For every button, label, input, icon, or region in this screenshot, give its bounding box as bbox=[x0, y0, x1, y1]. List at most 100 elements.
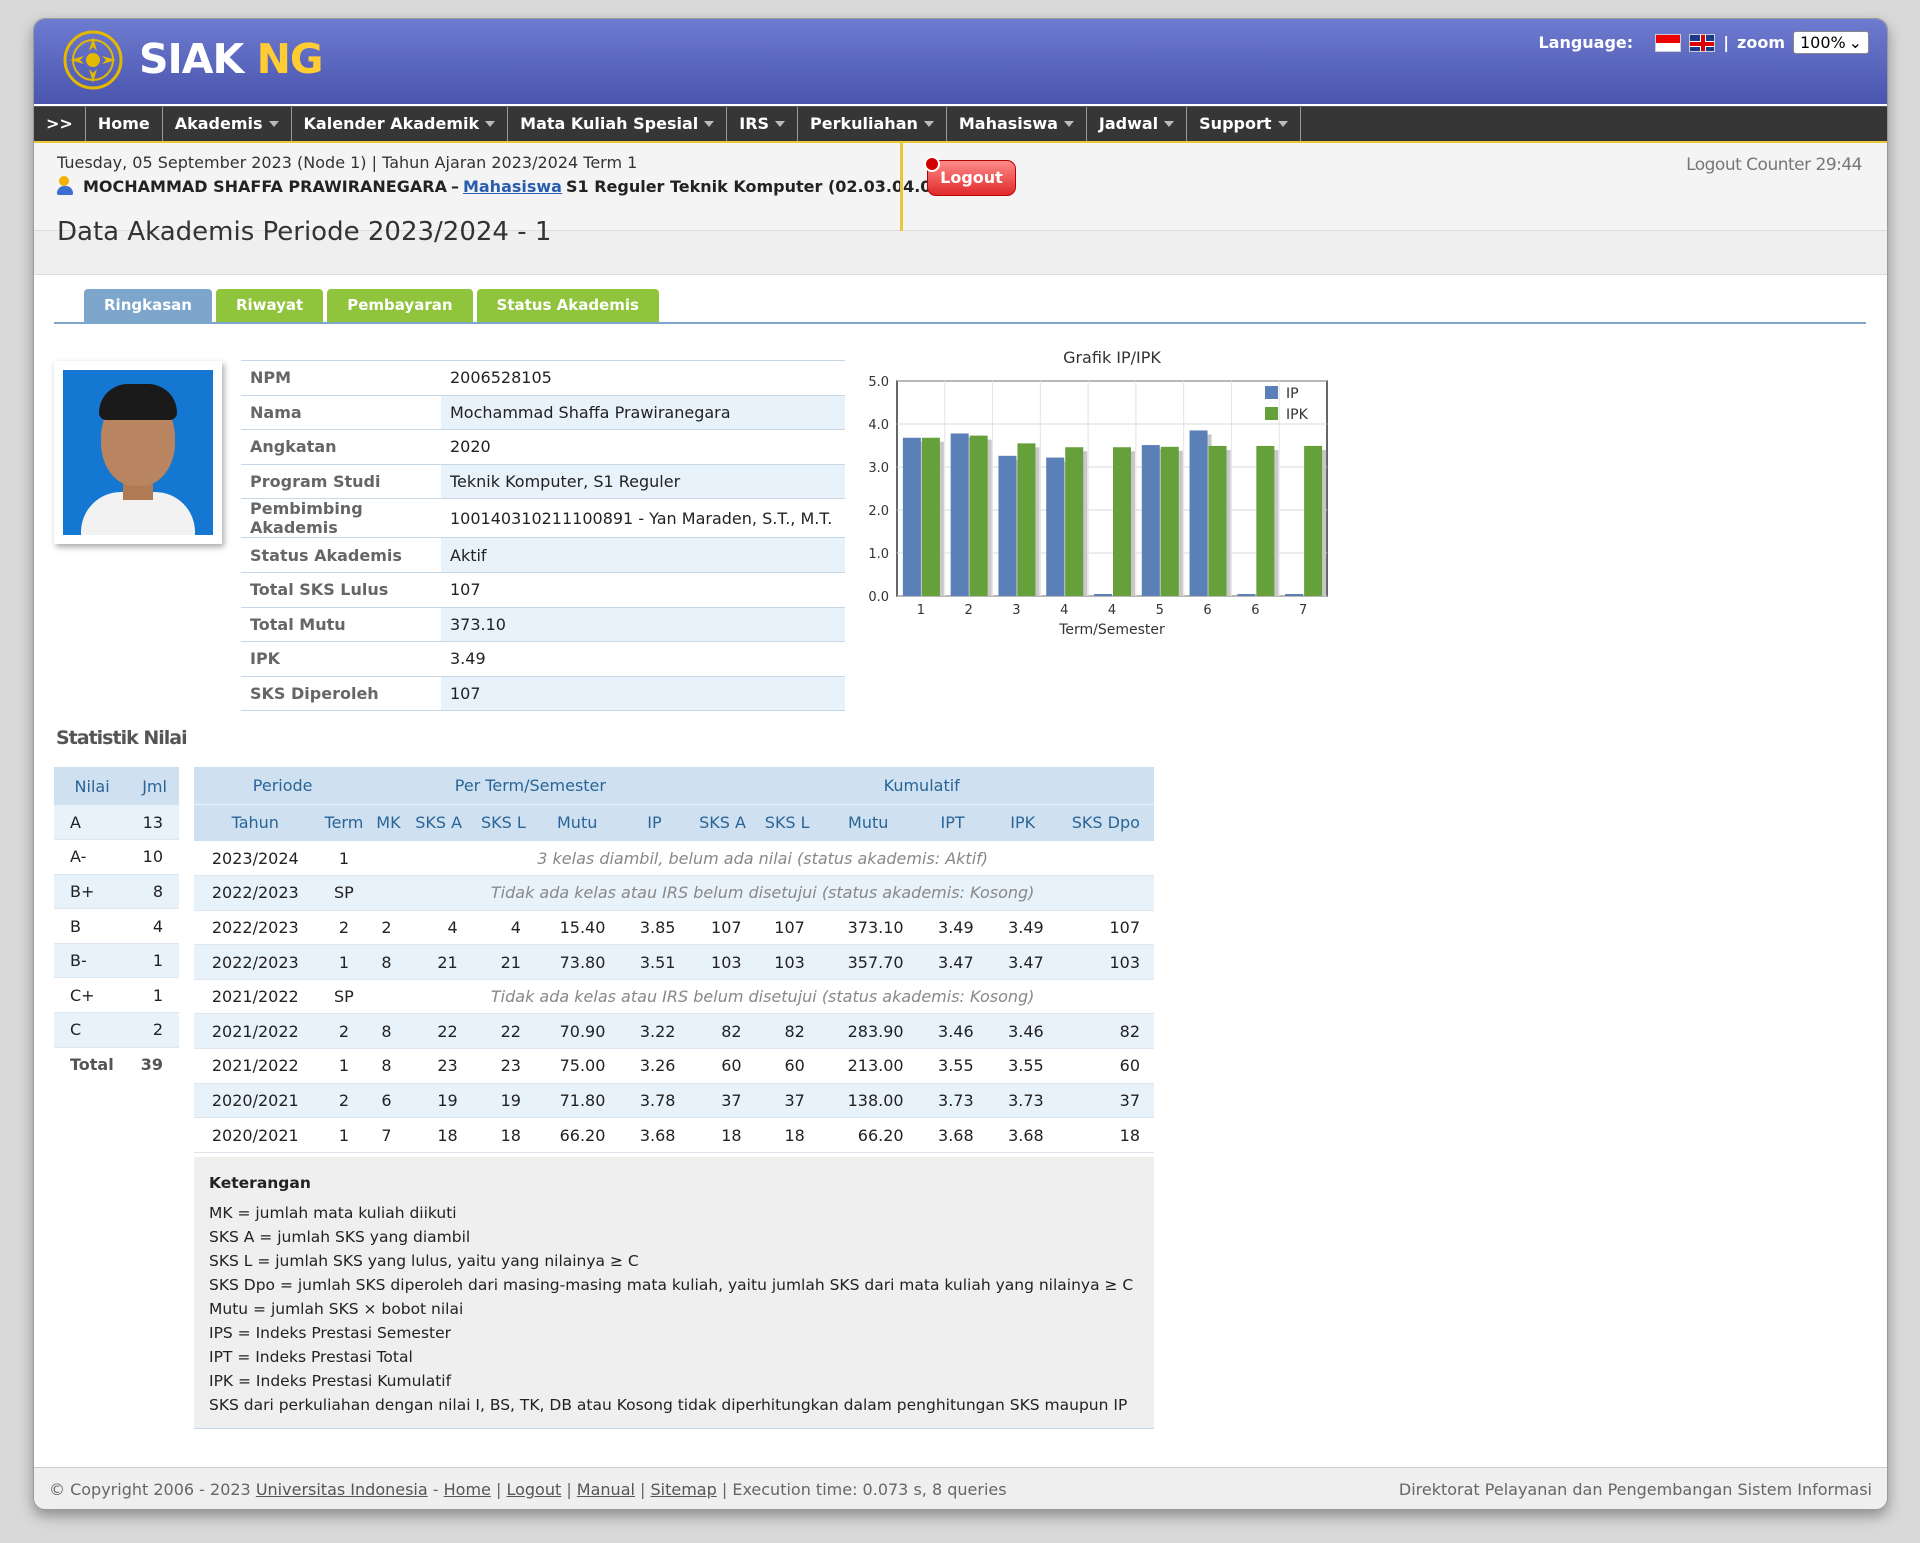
footer-link-home[interactable]: Home bbox=[444, 1480, 491, 1499]
value-cell: 3.55 bbox=[987, 1048, 1058, 1084]
column-header: SKS A bbox=[405, 803, 472, 841]
footer-link-sitemap[interactable]: Sitemap bbox=[651, 1480, 717, 1499]
grade-cell: A bbox=[54, 805, 131, 841]
value-cell: 3.73 bbox=[987, 1083, 1058, 1119]
value-cell: 3.73 bbox=[917, 1083, 988, 1119]
tab-status-akademis[interactable]: Status Akademis bbox=[476, 289, 659, 322]
value-cell: 2 bbox=[371, 910, 406, 946]
tab-underline bbox=[54, 322, 1866, 324]
menu-item-label: Jadwal bbox=[1098, 114, 1159, 133]
menu-item-akademis[interactable]: Akademis bbox=[163, 107, 292, 141]
year-cell: 2021/2022 bbox=[194, 1013, 317, 1050]
main-menu: >> Home Akademis Kalender Akademik Mata Kuli… bbox=[34, 106, 1887, 141]
menu-item-home[interactable]: Home bbox=[86, 107, 163, 141]
table-row: 2023/2024 1 3 kelas diambil, belum ada nil… bbox=[194, 841, 1154, 877]
user-icon bbox=[57, 176, 79, 196]
statistik-title: Statistik Nilai bbox=[56, 727, 188, 749]
session-user: MOCHAMMAD SHAFFA PRAWIRANEGARA – Mahasis… bbox=[57, 176, 950, 196]
column-header: IPK bbox=[987, 803, 1058, 841]
status-note: Tidak ada kelas atau IRS belum disetujui… bbox=[371, 875, 1154, 911]
profile-key: Total SKS Lulus bbox=[241, 572, 441, 608]
role-link[interactable]: Mahasiswa bbox=[463, 177, 562, 196]
user-name: MOCHAMMAD SHAFFA PRAWIRANEGARA bbox=[83, 176, 447, 196]
table-row: B4 bbox=[54, 908, 179, 944]
caret-down-icon bbox=[1063, 121, 1074, 127]
profile-value: Teknik Komputer, S1 Reguler bbox=[441, 464, 845, 500]
tab-pembayaran[interactable]: Pembayaran bbox=[327, 289, 473, 322]
value-cell: 18 bbox=[755, 1117, 819, 1153]
logout-label: Logout bbox=[940, 168, 1003, 187]
bar-ipk bbox=[1256, 445, 1275, 596]
profile-value: 2020 bbox=[441, 429, 845, 465]
legend-line: IPS = Indeks Prestasi Semester bbox=[209, 1324, 452, 1342]
app-logo[interactable]: SIAK NG bbox=[139, 35, 324, 83]
value-cell: 82 bbox=[755, 1013, 819, 1050]
zoom-select[interactable]: 100% ⌄ bbox=[1793, 31, 1869, 54]
value-cell: 107 bbox=[755, 910, 819, 946]
header-row: Nilai Jml bbox=[54, 767, 179, 805]
menu-item-irs[interactable]: IRS bbox=[727, 107, 799, 141]
value-cell: 37 bbox=[689, 1083, 756, 1119]
menu-item-mata-kuliah-spesial[interactable]: Mata Kuliah Spesial bbox=[508, 107, 728, 141]
bar-ip bbox=[902, 437, 921, 596]
table-row: 2021/2022 1 8 23 23 75.00 3.26 60 60 213.00 3.55 3.… bbox=[194, 1048, 1154, 1084]
footer-link-manual[interactable]: Manual bbox=[577, 1480, 635, 1499]
grade-cell: B bbox=[54, 908, 131, 944]
student-photo bbox=[54, 361, 222, 544]
year-cell: 2022/2023 bbox=[194, 944, 317, 980]
menu-toggle-button[interactable]: >> bbox=[34, 107, 86, 141]
caret-down-icon bbox=[775, 121, 786, 127]
table-row: 2020/2021 2 6 19 19 71.80 3.78 37 37 138.00 3.73 3.… bbox=[194, 1083, 1154, 1119]
divider bbox=[900, 143, 903, 231]
indonesian-flag-icon[interactable] bbox=[1655, 33, 1682, 52]
legend-swatch bbox=[1265, 386, 1278, 399]
profile-value: 373.10 bbox=[441, 607, 845, 643]
value-cell: 7 bbox=[371, 1117, 406, 1153]
status-note: Tidak ada kelas atau IRS belum disetujui… bbox=[371, 979, 1154, 1015]
profile-row: Angkatan 2020 bbox=[241, 429, 845, 465]
table-row: 2022/2023 2 2 4 4 15.40 3.85 107 107 373.10 3.49 3.… bbox=[194, 910, 1154, 946]
profile-key: Status Akademis bbox=[241, 537, 441, 573]
english-flag-icon[interactable] bbox=[1689, 33, 1716, 52]
grade-cell: C+ bbox=[54, 977, 131, 1014]
value-cell: 6 bbox=[371, 1083, 406, 1119]
caret-down-icon bbox=[1164, 121, 1175, 127]
x-tick-label: 2 bbox=[965, 603, 973, 618]
menu-item-mahasiswa[interactable]: Mahasiswa bbox=[947, 107, 1087, 141]
bar-ip bbox=[950, 433, 969, 596]
university-link[interactable]: Universitas Indonesia bbox=[256, 1480, 428, 1499]
status-note: 3 kelas diambil, belum ada nilai (status… bbox=[371, 841, 1154, 877]
value-cell: 3.68 bbox=[619, 1117, 690, 1153]
menu-item-label: >> bbox=[46, 114, 73, 133]
value-cell: 19 bbox=[471, 1083, 535, 1119]
value-cell: 18 bbox=[1057, 1117, 1154, 1153]
footer-link-logout[interactable]: Logout bbox=[506, 1480, 561, 1499]
menu-item-perkuliahan[interactable]: Perkuliahan bbox=[798, 107, 947, 141]
chart-title: Grafik IP/IPK bbox=[1063, 348, 1161, 367]
value-cell: 66.20 bbox=[534, 1117, 620, 1153]
x-tick-label: 6 bbox=[1203, 603, 1211, 618]
value-cell: 23 bbox=[471, 1048, 535, 1084]
menu-item-label: Mahasiswa bbox=[958, 114, 1058, 133]
menu-item-kalender-akademik[interactable]: Kalender Akademik bbox=[292, 107, 509, 141]
profile-row: Nama Mochammad Shaffa Prawiranegara bbox=[241, 395, 845, 431]
app-window: SIAK NG Language: | zoom 100% ⌄ >> Home Aka… bbox=[33, 18, 1888, 1510]
legend-line: MK = jumlah mata kuliah diikuti bbox=[209, 1204, 457, 1222]
profile-key: Pembimbing Akademis bbox=[241, 498, 441, 539]
profile-key: Nama bbox=[241, 395, 441, 431]
bar-ip bbox=[998, 455, 1017, 596]
menu-item-label: Mata Kuliah Spesial bbox=[520, 114, 699, 133]
menu-item-jadwal[interactable]: Jadwal bbox=[1087, 107, 1188, 141]
table-row: 2020/2021 1 7 18 18 66.20 3.68 18 18 66.20 3.68 3.6… bbox=[194, 1117, 1154, 1153]
column-header: SKS Dpo bbox=[1057, 803, 1154, 841]
value-cell: 22 bbox=[405, 1013, 472, 1050]
legend-box: Keterangan MK = jumlah mata kuliah diiku… bbox=[194, 1157, 1154, 1429]
tab-ringkasan[interactable]: Ringkasan bbox=[84, 289, 212, 322]
tab-riwayat[interactable]: Riwayat bbox=[215, 289, 324, 322]
value-cell: 138.00 bbox=[818, 1083, 918, 1119]
caret-down-icon bbox=[485, 121, 496, 127]
menu-item-support[interactable]: Support bbox=[1187, 107, 1301, 141]
table-row: 2022/2023 SP Tidak ada kelas atau IRS belu… bbox=[194, 875, 1154, 911]
profile-value: Mochammad Shaffa Prawiranegara bbox=[441, 395, 845, 431]
logout-button[interactable]: Logout bbox=[924, 156, 1016, 196]
